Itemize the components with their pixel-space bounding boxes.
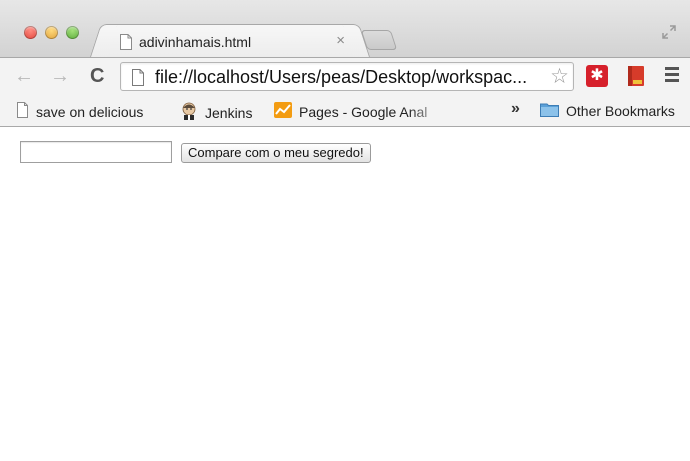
reload-icon[interactable]: C	[90, 64, 104, 88]
tab-title: adivinhamais.html	[139, 34, 252, 50]
guess-input[interactable]	[20, 141, 172, 163]
address-url[interactable]: file://localhost/Users/peas/Desktop/work…	[155, 67, 539, 88]
tab-close-icon[interactable]: ×	[336, 33, 345, 49]
extension-book-icon[interactable]	[626, 65, 646, 92]
bookmark-save-on-delicious[interactable]: save on delicious	[16, 102, 143, 121]
bookmarks-bar: save on delicious Jenkins Pages - Google…	[0, 95, 690, 127]
fullscreen-icon[interactable]	[662, 25, 676, 44]
jenkins-icon	[180, 102, 198, 123]
zoom-window-button[interactable]	[66, 26, 79, 39]
bookmark-jenkins[interactable]: Jenkins	[180, 102, 252, 123]
bookmark-label: save on delicious	[36, 103, 144, 120]
browser-toolbar: ← → C file://localhost/Users/peas/Deskto…	[0, 57, 690, 95]
bookmark-other-bookmarks[interactable]: Other Bookmarks	[540, 102, 675, 120]
window-titlebar: adivinhamais.html ×	[0, 0, 690, 58]
page-icon	[119, 34, 133, 55]
compare-button[interactable]: Compare com o meu segredo!	[181, 143, 371, 163]
browser-tab[interactable]: adivinhamais.html ×	[104, 24, 356, 58]
close-window-button[interactable]	[24, 26, 37, 39]
extension-lastpass-icon[interactable]: ✱	[586, 65, 608, 87]
address-bar[interactable]: file://localhost/Users/peas/Desktop/work…	[120, 62, 574, 91]
bookmark-label: Other Bookmarks	[566, 103, 675, 119]
new-tab-button[interactable]	[360, 30, 398, 50]
traffic-lights	[24, 26, 79, 39]
bookmark-label: Pages - Google Anal	[299, 103, 428, 120]
forward-arrow-icon[interactable]: →	[50, 64, 70, 88]
bookmarks-overflow-chevron-icon[interactable]: »	[511, 100, 520, 118]
bookmark-star-icon[interactable]: ☆	[550, 65, 569, 89]
page-content: Compare com o meu segredo!	[0, 128, 690, 461]
menu-icon[interactable]	[665, 67, 679, 85]
back-arrow-icon[interactable]: ←	[14, 64, 34, 88]
folder-icon	[540, 102, 559, 120]
page-icon	[131, 69, 145, 91]
analytics-icon	[274, 102, 292, 121]
page-icon	[16, 102, 29, 121]
bookmark-pages-google-analytics[interactable]: Pages - Google Anal	[274, 102, 448, 121]
minimize-window-button[interactable]	[45, 26, 58, 39]
bookmark-label: Jenkins	[205, 104, 253, 121]
